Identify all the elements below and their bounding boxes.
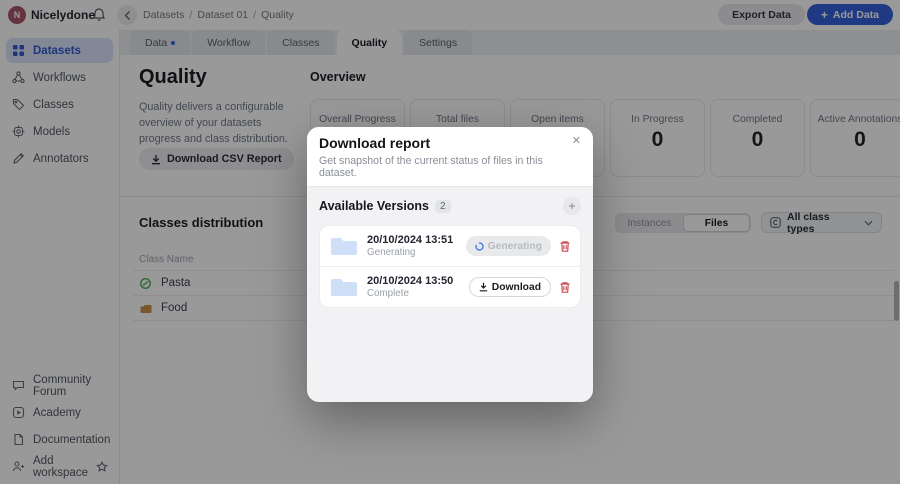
download-button[interactable]: Download bbox=[468, 277, 551, 297]
generating-label: Generating bbox=[487, 240, 542, 252]
download-icon bbox=[479, 282, 488, 292]
download-label: Download bbox=[491, 281, 541, 293]
version-date: 20/10/2024 13:50 bbox=[367, 274, 454, 287]
modal-title: Download report bbox=[319, 135, 431, 151]
version-row: 20/10/2024 13:51 Generating Generating bbox=[320, 226, 580, 266]
version-status: Generating bbox=[367, 246, 416, 258]
versions-header: Available Versions 2 + bbox=[319, 197, 581, 215]
download-report-modal: Download report Get snapshot of the curr… bbox=[307, 127, 593, 402]
spinner-icon bbox=[474, 241, 484, 251]
trash-icon[interactable] bbox=[559, 240, 571, 253]
modal-header: Download report Get snapshot of the curr… bbox=[307, 127, 593, 187]
version-row: 20/10/2024 13:50 Complete Download bbox=[320, 266, 580, 307]
version-info: 20/10/2024 13:50 Complete bbox=[367, 275, 453, 300]
versions-list: 20/10/2024 13:51 Generating Generating 2… bbox=[319, 225, 581, 308]
trash-icon[interactable] bbox=[559, 281, 571, 294]
modal-body: Available Versions 2 + 20/10/2024 13:51 … bbox=[307, 187, 593, 318]
folder-icon bbox=[329, 236, 359, 257]
version-info: 20/10/2024 13:51 Generating bbox=[367, 234, 453, 259]
version-date: 20/10/2024 13:51 bbox=[367, 233, 454, 246]
available-versions-label: Available Versions bbox=[319, 199, 430, 213]
app-window: N Nicelydone DatasetsDataset 01Quality E… bbox=[0, 0, 900, 484]
add-version-button[interactable]: + bbox=[563, 197, 581, 215]
versions-count-badge: 2 bbox=[435, 199, 451, 213]
close-icon[interactable]: ✕ bbox=[572, 136, 581, 147]
modal-subtitle: Get snapshot of the current status of fi… bbox=[319, 155, 543, 179]
version-status: Complete bbox=[367, 287, 409, 299]
generating-button: Generating bbox=[465, 236, 551, 256]
folder-icon bbox=[329, 277, 359, 298]
